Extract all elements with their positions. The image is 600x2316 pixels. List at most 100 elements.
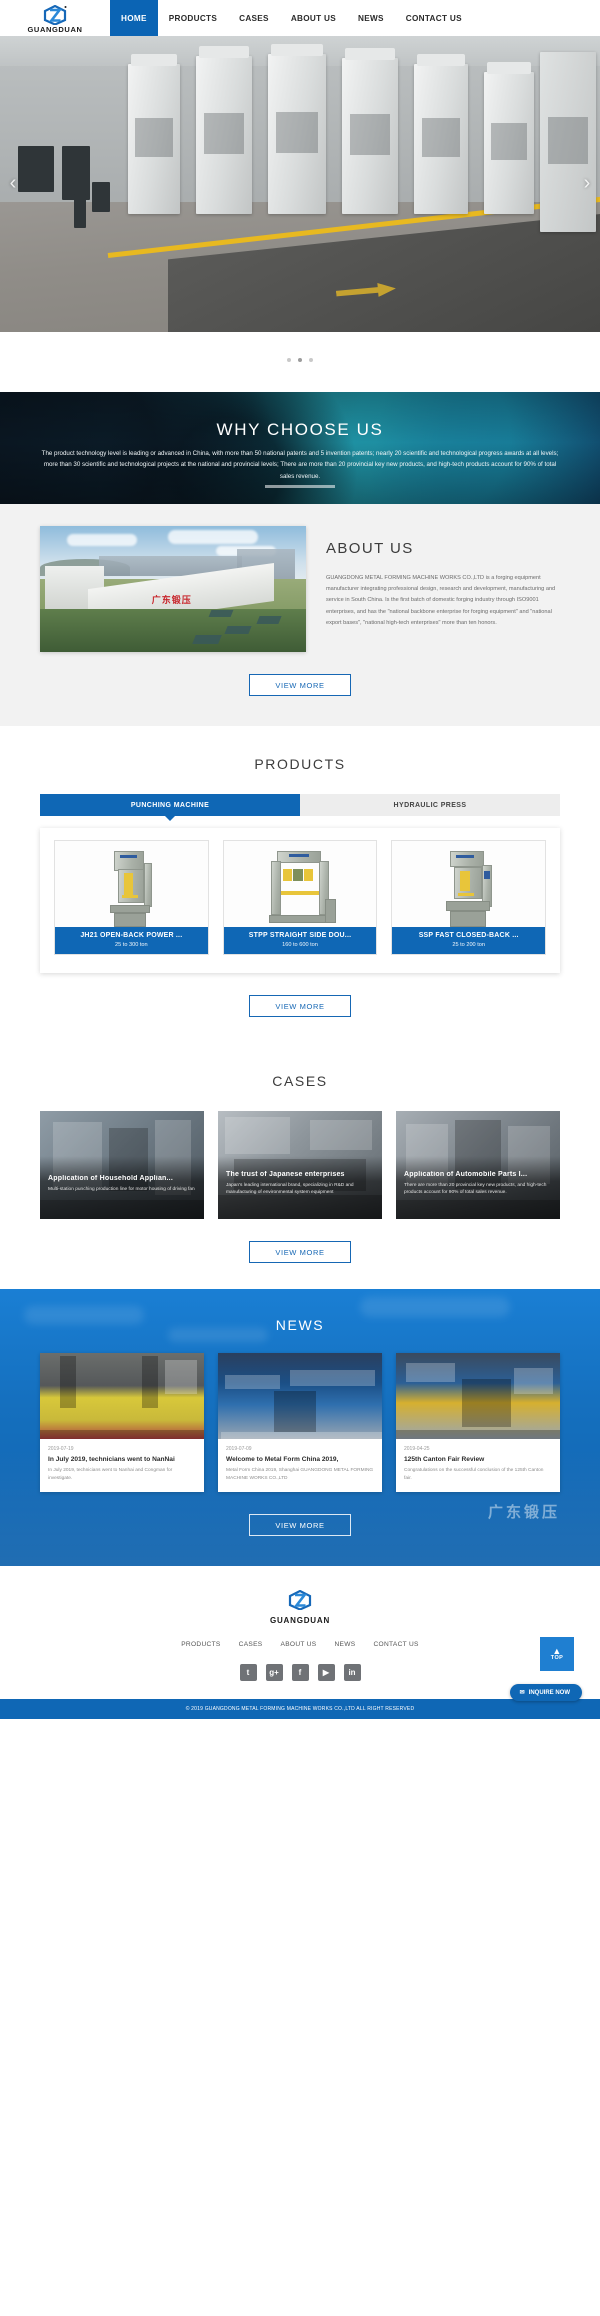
product-name: SSP FAST CLOSED-BACK ... [418,932,519,939]
hero-dots-area [0,332,600,392]
case-title: Application of Automobile Parts I... [404,1170,528,1178]
news-view-more-button[interactable]: VIEW MORE [249,1514,351,1537]
product-spec: 160 to 600 ton [282,942,318,948]
product-image [55,841,208,927]
news-date: 2019-04-25 [404,1446,430,1452]
products-panel: JH21 OPEN-BACK POWER ... 25 to 300 ton S… [40,828,560,973]
case-card[interactable]: Application of Household Applian... Mult… [40,1111,204,1219]
copyright-bar: © 2019 GUANGDONG METAL FORMING MACHINE W… [0,1699,600,1720]
product-image [392,841,546,927]
about-description: GUANGDONG METAL FORMING MACHINE WORKS CO… [326,575,556,626]
news-image [218,1353,382,1439]
about-title: ABOUT US [326,540,414,557]
news-image [396,1353,560,1439]
back-to-top-button[interactable]: ▲ TOP [540,1637,574,1672]
youtube-icon[interactable]: ▶ [317,1664,335,1682]
footer-nav: PRODUCTS CASES ABOUT US NEWS CONTACT US [0,1641,600,1648]
news-date: 2019-07-09 [226,1446,252,1452]
inquire-now-label: INQUIRE NOW [528,1689,570,1696]
hero-prev-arrow[interactable]: ‹ [4,173,22,193]
tab-hydraulic-press[interactable]: HYDRAULIC PRESS [300,794,560,816]
products-section: PRODUCTS PUNCHING MACHINE HYDRAULIC PRES… [0,726,600,1043]
linkedin-icon[interactable]: in [343,1664,361,1682]
main-nav: HOME PRODUCTS CASES ABOUT US NEWS CONTAC… [110,0,473,36]
footer-nav-contact-us[interactable]: CONTACT US [373,1641,418,1648]
logo-hexagon-icon [42,4,68,26]
nav-item-home[interactable]: HOME [110,0,158,36]
products-title: PRODUCTS [254,756,346,772]
about-view-more-button[interactable]: VIEW MORE [249,674,351,696]
nav-item-news[interactable]: NEWS [347,0,395,36]
why-description: The product technology level is leading … [41,450,559,480]
product-image [223,841,377,927]
case-title: Application of Household Applian... [48,1174,173,1182]
product-card[interactable]: SSP FAST CLOSED-BACK ... 25 to 200 ton [391,840,547,955]
back-to-top-label: TOP [550,1655,564,1662]
products-view-more-button[interactable]: VIEW MORE [249,995,351,1017]
products-tabs: PUNCHING MACHINE HYDRAULIC PRESS [40,794,560,821]
about-section: 广东锻压 ABOUT US GUANGDONG METAL FORMING MA… [0,504,600,726]
news-card[interactable]: 2019-04-25 125th Canton Fair Review Cong… [396,1353,560,1493]
news-description: Metal Form China 2019, Shanghai GUANGDON… [226,1468,374,1481]
hero-image [0,36,600,332]
news-description: In July 2019, technicians went to Nanhai… [48,1468,173,1481]
nav-item-products[interactable]: PRODUCTS [158,0,228,36]
nav-item-about-us[interactable]: ABOUT US [280,0,347,36]
cases-section: CASES Application of Household Applian..… [0,1043,600,1289]
case-card[interactable]: The trust of Japanese enterprises Japan'… [218,1111,382,1219]
why-progress-bar [265,485,335,488]
logo-wordmark: GUANGDUAN [27,24,83,34]
hero-dot-3[interactable] [309,358,313,362]
news-list: 2019-07-19 In July 2019, technicians wen… [40,1353,560,1493]
hero-next-arrow[interactable]: › [578,173,596,193]
footer-nav-about-us[interactable]: ABOUT US [281,1641,317,1648]
news-title: NEWS [275,1317,325,1333]
google-plus-icon[interactable]: g+ [265,1664,283,1682]
case-card[interactable]: Application of Automobile Parts I... The… [396,1111,560,1219]
cases-view-more-button[interactable]: VIEW MORE [249,1241,351,1263]
footer-nav-products[interactable]: PRODUCTS [181,1641,220,1648]
about-factory-photo: 广东锻压 [40,526,306,652]
product-spec: 25 to 300 ton [115,942,148,948]
product-card[interactable]: STPP STRAIGHT SIDE DOU... 160 to 600 ton [222,840,378,955]
product-card[interactable]: JH21 OPEN-BACK POWER ... 25 to 300 ton [54,840,209,955]
why-choose-us-banner: WHY CHOOSE US The product technology lev… [0,392,600,504]
footer-nav-cases[interactable]: CASES [239,1641,263,1648]
product-spec: 25 to 200 ton [452,942,486,948]
hero-slider[interactable]: ‹ › [0,36,600,332]
news-image [40,1353,204,1439]
product-name: JH21 OPEN-BACK POWER ... [80,932,183,939]
envelope-icon: ✉ [519,1690,525,1697]
product-name: STPP STRAIGHT SIDE DOU... [248,932,352,939]
news-card[interactable]: 2019-07-19 In July 2019, technicians wen… [40,1353,204,1493]
homepage: GUANGDUAN HOME PRODUCTS CASES ABOUT US N… [0,0,600,1720]
footer-logo-hexagon-icon [287,1590,313,1615]
nav-item-contact-us[interactable]: CONTACT US [395,0,473,36]
hero-dot-1[interactable] [287,358,291,362]
inquire-now-button[interactable]: ✉ INQUIRE NOW [509,1684,582,1702]
news-watermark: 广东锻压 [487,1504,560,1522]
twitter-icon[interactable]: t [239,1664,257,1682]
nav-item-cases[interactable]: CASES [228,0,280,36]
news-card[interactable]: 2019-07-09 Welcome to Metal Form China 2… [218,1353,382,1493]
case-description: Multi-station punching production line f… [48,1186,195,1192]
news-headline: Welcome to Metal Form China 2019, [226,1456,339,1463]
news-section: NEWS 2019-07-19 In July 2019, technician… [0,1289,600,1567]
hero-dot-2[interactable] [298,358,302,362]
footer-nav-news[interactable]: NEWS [335,1641,356,1648]
facebook-icon[interactable]: f [291,1664,309,1682]
caret-up-icon: ▲ [552,1646,562,1657]
footer-social-links: t g+ f ▶ in [0,1664,600,1682]
hero-pagination[interactable] [0,358,600,362]
news-description: Congratulations on the successful conclu… [404,1468,544,1481]
footer-logo[interactable]: GUANGDUAN [0,1590,600,1625]
factory-sign-text: 广东锻压 [151,594,192,605]
case-title: The trust of Japanese enterprises [226,1170,345,1178]
case-description: There are more than 20 provincial key ne… [404,1182,547,1196]
news-headline: 125th Canton Fair Review [404,1456,485,1463]
site-logo[interactable]: GUANGDUAN [0,3,110,34]
tab-punching-machine[interactable]: PUNCHING MACHINE [40,794,300,821]
footer-wordmark: GUANGDUAN [269,1616,331,1626]
case-description: Japan's leading international brand, spe… [226,1182,354,1196]
news-date: 2019-07-19 [48,1446,74,1452]
